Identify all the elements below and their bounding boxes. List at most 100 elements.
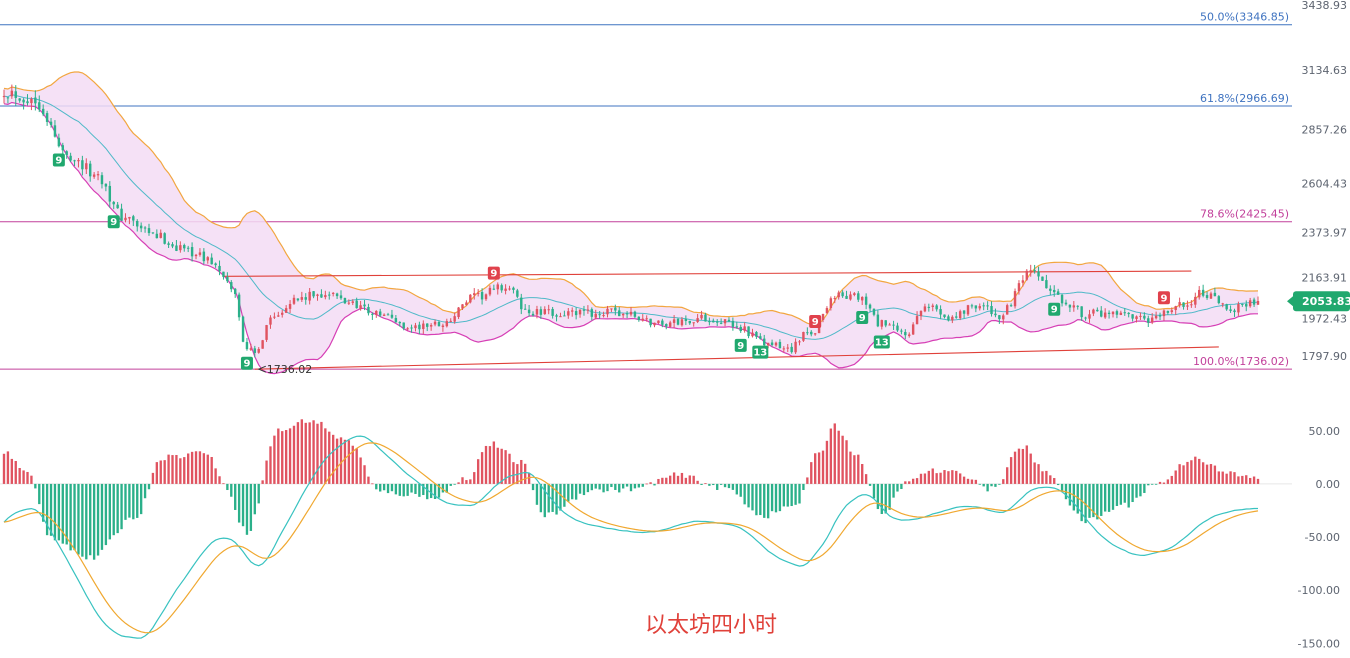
candle-body	[328, 294, 331, 296]
candle-body	[183, 245, 186, 249]
candle-body	[1049, 288, 1052, 291]
candle-body	[900, 330, 903, 332]
candle-body	[139, 225, 143, 229]
candle-body	[1092, 309, 1095, 314]
macd-histogram-bar	[759, 483, 762, 516]
candle-body	[1103, 312, 1107, 318]
macd-histogram-bar	[1045, 470, 1048, 484]
macd-histogram-bar	[810, 462, 813, 484]
candle-body	[645, 318, 648, 320]
candle-body	[770, 342, 774, 345]
macd-histogram-bar	[939, 472, 942, 484]
td-marker: 9	[1048, 302, 1061, 316]
macd-histogram-bar	[85, 483, 88, 560]
candle	[261, 339, 264, 349]
candle-body	[10, 90, 14, 97]
macd-histogram-bar	[406, 483, 409, 496]
macd-histogram-bar	[22, 470, 25, 484]
price-tick-label: 2163.91	[1302, 272, 1348, 285]
candle-body	[574, 311, 578, 316]
candle-body	[371, 313, 374, 315]
macd-histogram-bar	[766, 483, 770, 519]
macd-histogram-bar	[563, 483, 566, 507]
macd-histogram-bar	[1170, 475, 1173, 484]
macd-histogram-bar	[958, 473, 962, 484]
macd-histogram-bar	[1158, 481, 1162, 484]
price-tick-label: 3438.93	[1302, 0, 1348, 12]
candle-body	[6, 97, 10, 99]
candle-body	[1068, 304, 1072, 308]
candle	[1025, 269, 1029, 281]
candle-body	[520, 297, 523, 310]
td-marker: 9	[487, 266, 500, 280]
candle	[637, 316, 641, 322]
candle-body	[727, 319, 731, 322]
macd-histogram-bar	[900, 483, 903, 490]
macd-histogram-bar	[480, 452, 484, 484]
candle-body	[261, 340, 264, 349]
candle-body	[704, 314, 707, 322]
macd-histogram-bar	[296, 422, 300, 484]
macd-histogram-bar	[641, 483, 644, 487]
candle-body	[73, 160, 76, 162]
candle-body	[1072, 305, 1076, 308]
candle-body	[88, 163, 92, 177]
macd-histogram-bar	[1182, 465, 1185, 484]
macd-histogram-bar	[429, 483, 433, 499]
candle-body	[739, 326, 742, 332]
macd-histogram-bar	[402, 483, 405, 497]
candle-body	[974, 305, 978, 309]
candle-body	[61, 145, 64, 151]
macd-histogram-bar	[684, 477, 688, 484]
macd-tick-label: -50.00	[1305, 531, 1340, 544]
macd-histogram-bar	[273, 435, 276, 484]
candle-body	[418, 324, 421, 330]
candle-body	[324, 295, 327, 298]
candle-body	[1237, 304, 1240, 313]
candle	[676, 317, 680, 326]
macd-histogram-bar	[888, 483, 891, 510]
macd-histogram-bar	[473, 472, 476, 484]
macd-histogram-bar	[386, 483, 390, 494]
candle	[755, 331, 758, 339]
macd-histogram-bar	[849, 451, 852, 484]
candle-body	[308, 291, 311, 301]
candle-body	[437, 322, 441, 327]
candle	[802, 331, 805, 342]
candle-body	[853, 293, 856, 296]
candle-body	[1100, 310, 1103, 317]
macd-histogram-bar	[476, 459, 480, 484]
low-annotation: 1736.02	[267, 363, 313, 376]
macd-histogram-bar	[872, 483, 876, 499]
candle-body	[30, 98, 33, 104]
candle-body	[994, 313, 997, 316]
macd-axis: 50.00 0.00 -50.00 -100.00 -150.00	[1298, 425, 1340, 651]
candle-body	[958, 311, 962, 319]
candle	[1217, 295, 1221, 305]
candle-body	[1041, 276, 1044, 281]
macd-histogram-bar	[778, 483, 782, 512]
macd-histogram-bar	[539, 483, 543, 513]
candle-body	[1174, 306, 1177, 311]
candle-body	[810, 331, 813, 335]
macd-histogram-bar	[347, 440, 351, 484]
macd-histogram-bar	[1213, 465, 1217, 484]
macd-histogram-bar	[488, 446, 492, 484]
macd-histogram-bar	[637, 483, 641, 488]
candle-body	[896, 325, 899, 331]
candle-body	[943, 314, 946, 318]
candle-body	[880, 320, 884, 327]
candle-body	[594, 313, 597, 318]
macd-histogram-bar	[966, 478, 970, 484]
band-fill	[4, 71, 1258, 374]
macd-histogram-bar	[288, 428, 292, 484]
candle-body	[202, 251, 206, 262]
candle-body	[151, 232, 155, 234]
candle-body	[465, 302, 468, 306]
macd-histogram-bar	[555, 483, 558, 515]
candle-body	[1143, 315, 1146, 319]
macd-histogram-bar	[524, 463, 527, 484]
macd-histogram-bar	[226, 483, 229, 491]
candle-body	[1135, 316, 1138, 320]
candle-body	[813, 333, 817, 335]
